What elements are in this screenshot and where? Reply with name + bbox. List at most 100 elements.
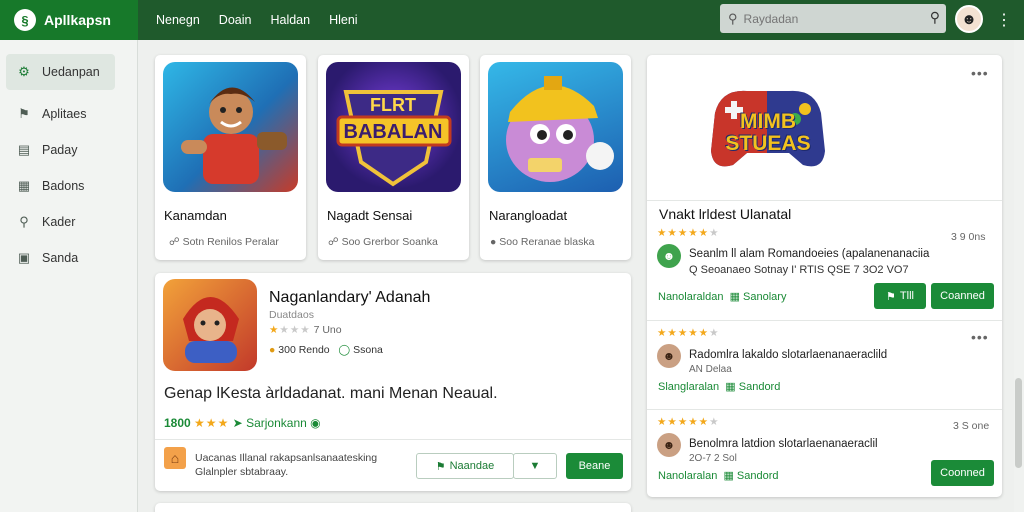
review-count: 3 S one xyxy=(953,420,990,432)
sidebar-item-label: Aplitaes xyxy=(42,107,87,121)
details-panel: ••• MIMB STUEAS Vnakt lrldest Ulanatal ★… xyxy=(647,55,1002,497)
review-connect-button[interactable]: Coonned xyxy=(931,460,994,486)
category-icon: ▦ xyxy=(723,470,734,482)
link-icon: ☍ xyxy=(328,236,339,248)
search-icon: ⚲ xyxy=(728,10,738,26)
seller-line-2: Glalnpler sbtabraay. xyxy=(195,466,289,478)
review-links[interactable]: Nanolaralan ▦ Sandord xyxy=(658,469,779,482)
game-meta: ☍ Soo Grerbor Soanka xyxy=(328,236,438,248)
scrollbar-thumb[interactable] xyxy=(1015,378,1022,468)
store-icon: ⌂ xyxy=(164,447,186,469)
game-card-2[interactable]: FLRT BABALAN Nagadt Sensai ☍ Soo Grerbor… xyxy=(318,55,469,260)
game-card-3[interactable]: Narangloadat ● Soo Reranae blaska xyxy=(480,55,631,260)
search-submit-icon[interactable]: ⚲ xyxy=(930,9,940,26)
featured-price-row: ● 300 Rendo ◯ Ssona xyxy=(269,344,383,356)
coin-icon: ● xyxy=(269,344,276,356)
nav-item-4[interactable]: Hleni xyxy=(329,13,358,27)
small-action-button[interactable]: ⚑ Tlll xyxy=(874,283,926,309)
review-more-icon[interactable]: ••• xyxy=(971,329,989,345)
nav-item-1[interactable]: Nenegn xyxy=(156,13,200,27)
review-link-2[interactable]: Sandord xyxy=(739,381,781,393)
seller-line-1: Uacanas Illanal rakapsanlsanaatesking xyxy=(195,452,378,464)
download-icon: ▼ xyxy=(529,460,541,472)
panel-link-2[interactable]: Sanolary xyxy=(743,291,786,303)
review-link-1[interactable]: Slanglaralan xyxy=(658,381,719,393)
verified-icon: ◉ xyxy=(310,416,321,430)
nav-item-3[interactable]: Haldan xyxy=(270,13,310,27)
svg-text:FLRT: FLRT xyxy=(370,95,416,115)
search-input[interactable] xyxy=(743,11,914,26)
rating-stars: ★★★★★★ xyxy=(657,227,720,239)
connect-button[interactable]: Coanned xyxy=(931,283,994,309)
game-thumbnail xyxy=(163,62,298,192)
more-options-icon[interactable]: ••• xyxy=(971,65,989,81)
review-link-1[interactable]: Nanolaralan xyxy=(658,470,717,482)
sidebar: ⚙ Uedanpan ⚑ Aplitaes ▤ Paday ▦ Badons ⚲… xyxy=(0,40,138,512)
sidebar-item-3[interactable]: ▤ Paday xyxy=(0,132,137,168)
score-stars: ★★★ xyxy=(194,416,230,430)
game-thumbnail xyxy=(488,62,623,192)
game-thumbnail: FLRT BABALAN xyxy=(326,62,461,192)
secondary-button[interactable]: ⚑ Naandae xyxy=(416,453,514,479)
rating-stars: ★★★★★★ xyxy=(657,416,720,428)
reviewer-avatar: ☻ xyxy=(657,344,681,368)
calendar-icon: ▣ xyxy=(17,250,31,265)
review-connect-label: Coonned xyxy=(940,467,985,479)
rating-stars: ★★★★★★ xyxy=(657,327,720,339)
app-logo-icon: § xyxy=(14,9,36,31)
featured-badge: Ssona xyxy=(353,344,383,356)
sidebar-item-2[interactable]: ⚑ Aplitaes xyxy=(0,96,137,132)
game-title: Nagadt Sensai xyxy=(327,208,413,223)
sidebar-item-label: Badons xyxy=(42,179,85,193)
divider xyxy=(647,409,1002,410)
link-icon: ☍ xyxy=(169,236,180,248)
avatar[interactable]: ☻ xyxy=(955,5,983,33)
featured-thumbnail xyxy=(163,279,257,371)
featured-title: Naganlandary' Adanah xyxy=(269,289,431,306)
review-links[interactable]: Slanglaralan ▦ Sandord xyxy=(658,380,780,393)
review-link-2[interactable]: Sandord xyxy=(737,470,779,482)
score-value: 1800 xyxy=(164,416,191,430)
sidebar-item-label: Sanda xyxy=(42,251,79,265)
sidebar-item-5[interactable]: ⚲ Kader xyxy=(0,204,137,240)
panel-title: Vnakt lrldest Ulanatal xyxy=(659,206,792,222)
review-stars-1: ★★★★★★ xyxy=(657,327,720,339)
small-action-label: Tlll xyxy=(899,290,914,302)
game-card-1[interactable]: Kanamdan ☍ Sotn Renilos Peralar xyxy=(155,55,306,260)
review-sub: AN Delaa xyxy=(689,364,732,375)
featured-score-row: 1800 ★★★ ➤ Sarjonkann ◉ xyxy=(164,416,321,430)
publisher-name: Seanlm ll alam Romandoeies (apalanenanac… xyxy=(689,248,930,260)
panel-rating: ★★★★★★ xyxy=(657,227,720,239)
search-box[interactable]: ⚲ ⚲ xyxy=(720,4,946,33)
game-meta: ☍ Sotn Renilos Peralar xyxy=(169,236,279,248)
search-icon: ⚲ xyxy=(19,214,29,229)
document-icon: ▤ xyxy=(17,142,31,157)
divider xyxy=(155,439,631,440)
sidebar-item-label: Kader xyxy=(42,215,76,229)
featured-headline: Genap lKesta àrldadanat. mani Menan Neau… xyxy=(164,385,498,402)
nav-item-2[interactable]: Doain xyxy=(219,13,252,27)
sidebar-item-4[interactable]: ▦ Badons xyxy=(0,168,137,204)
top-bar: § Apllkapsn Nenegn Doain Haldan Hleni ⚲ … xyxy=(0,0,1024,40)
publisher-sub: Q Seoanaeo Sotnay I' RTIS QSE 7 3O2 VO7 xyxy=(689,264,909,276)
panel-link-1[interactable]: Nanolaraldan xyxy=(658,291,723,303)
flag-icon: ⚑ xyxy=(435,460,446,473)
sidebar-item-label: Uedanpan xyxy=(42,65,100,79)
svg-text:BABALAN: BABALAN xyxy=(344,121,443,143)
hero-art-text: MIMB STUEAS xyxy=(725,110,811,155)
brand[interactable]: § Apllkapsn xyxy=(0,0,138,40)
category-icon: ▦ xyxy=(725,381,736,393)
sidebar-item-6[interactable]: ▣ Sanda xyxy=(0,240,137,276)
primary-button[interactable]: Beane xyxy=(566,453,623,479)
featured-card: Naganlandary' Adanah Duatdaos ★★★★ 7 Uno… xyxy=(155,273,631,491)
divider xyxy=(647,200,1002,201)
gear-icon: ⚙ xyxy=(18,64,30,79)
panel-links[interactable]: Nanolaraldan ▦ Sanolary xyxy=(658,290,786,303)
rating-text: 7 Uno xyxy=(313,324,342,336)
publisher-avatar: ☻ xyxy=(657,244,681,268)
sidebar-item-1[interactable]: ⚙ Uedanpan xyxy=(6,54,115,90)
game-meta-text: Sotn Renilos Peralar xyxy=(182,236,279,248)
download-button[interactable]: ▼ xyxy=(513,453,557,479)
more-icon[interactable]: ⋮ xyxy=(996,10,1012,30)
review-stars-2: ★★★★★★ xyxy=(657,416,720,428)
